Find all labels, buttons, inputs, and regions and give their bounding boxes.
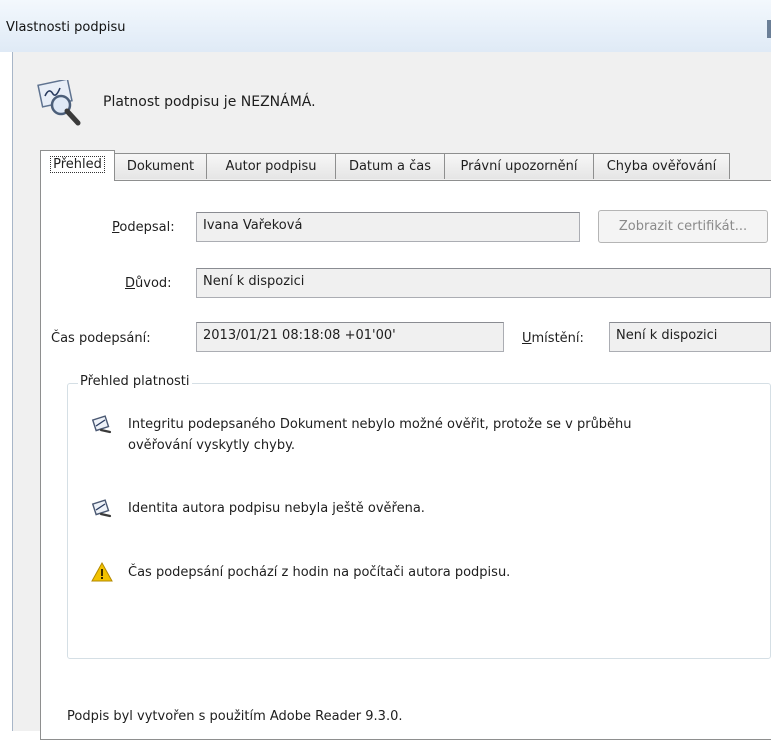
tab-summary[interactable]: Přehled — [40, 150, 115, 181]
validity-item-identity: Identita autora podpisu nebyla ještě ově… — [128, 501, 425, 516]
signer-label: Podepsal: — [112, 220, 175, 235]
validity-summary-legend: Přehled platnosti — [78, 374, 192, 389]
tab-legal-notice[interactable]: Právní upozornění — [444, 153, 594, 179]
tab-document[interactable]: Dokument — [114, 153, 207, 179]
location-label: Umístění: — [522, 331, 584, 346]
show-certificate-button[interactable]: Zobrazit certifikát... — [598, 210, 768, 243]
title-bar: Vlastnosti podpisu — [0, 0, 771, 52]
tab-label: Autor podpisu — [225, 159, 317, 174]
document-pen-icon — [91, 499, 112, 518]
location-label-rest: místění: — [531, 331, 584, 346]
signer-field[interactable]: Ivana Vařeková — [196, 212, 580, 242]
window-title: Vlastnosti podpisu — [6, 20, 126, 35]
sign-time-field[interactable]: 2013/01/21 08:18:08 +01'00' — [196, 322, 504, 352]
location-field[interactable]: Není k dispozici — [609, 322, 771, 352]
tab-validation-error[interactable]: Chyba ověřování — [593, 153, 730, 179]
validity-item-integrity: Integritu podepsaného Dokument nebylo mo… — [128, 414, 632, 456]
signature-magnifier-icon — [37, 80, 81, 126]
signer-label-rest: odepsal: — [119, 220, 175, 235]
location-label-mnemonic: U — [522, 331, 532, 346]
sign-time-label: Čas podepsání: — [51, 331, 151, 346]
reason-label-rest: ůvod: — [135, 276, 172, 291]
reason-label-mnemonic: D — [125, 276, 136, 291]
validity-item-time: Čas podepsání pochází z hodin na počítač… — [128, 565, 511, 580]
signature-status-text: Platnost podpisu je NEZNÁMÁ. — [103, 94, 316, 110]
tab-date-time[interactable]: Datum a čas — [335, 153, 445, 179]
tab-label: Datum a čas — [348, 159, 432, 174]
reason-field[interactable]: Není k dispozici — [196, 268, 771, 298]
tab-label: Přehled — [50, 156, 105, 173]
tab-label: Dokument — [126, 159, 195, 174]
validity-item-line: Integritu podepsaného Dokument nebylo mo… — [128, 417, 632, 432]
reason-label: Důvod: — [125, 276, 172, 291]
tab-label: Chyba ověřování — [606, 159, 717, 174]
validity-item-line: ověřování vyskytly chyby. — [128, 438, 296, 453]
tab-signer[interactable]: Autor podpisu — [206, 153, 336, 179]
warning-icon — [91, 561, 113, 582]
close-button-edge[interactable] — [767, 20, 771, 38]
tab-label: Právní upozornění — [460, 159, 578, 174]
document-pen-icon — [91, 415, 112, 434]
created-with-text: Podpis byl vytvořen s použitím Adobe Rea… — [67, 709, 403, 724]
